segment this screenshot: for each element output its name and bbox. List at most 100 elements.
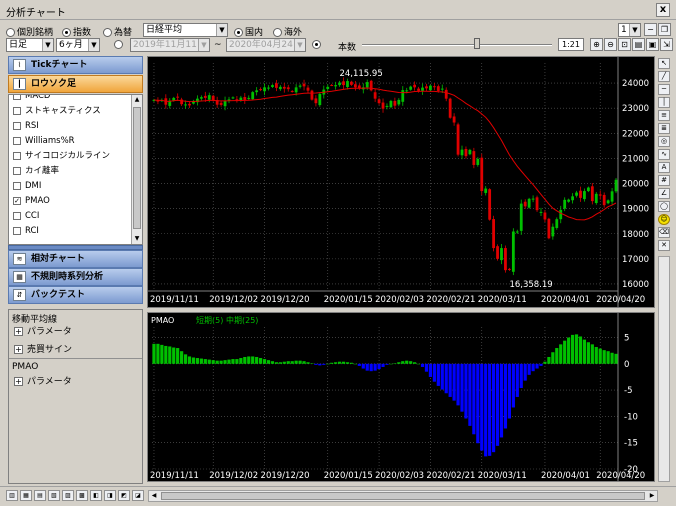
candle-body xyxy=(350,81,353,85)
print-icon[interactable]: ▤ xyxy=(632,38,645,51)
export-icon[interactable]: ⇲ xyxy=(660,38,673,51)
indicator-item[interactable]: ストキャスティクス xyxy=(9,104,131,119)
tick-chart-header[interactable]: ⌇ Tickチャート xyxy=(8,56,143,74)
horizontal-scrollbar[interactable]: ◀ ▶ xyxy=(148,490,658,502)
tool-fibo-icon[interactable]: ≣ xyxy=(658,123,670,134)
zoom-in-icon[interactable]: ⊕ xyxy=(590,38,603,51)
candle-body xyxy=(282,86,286,89)
indicator-item[interactable]: RSI xyxy=(9,119,131,134)
radio-stock[interactable]: 個別銘柄 xyxy=(6,25,53,38)
indicator-item[interactable]: Williams%R xyxy=(9,134,131,149)
zoom-out-icon[interactable]: ⊖ xyxy=(604,38,617,51)
save-icon[interactable]: ▣ xyxy=(646,38,659,51)
indicator-item[interactable]: CCI xyxy=(9,209,131,224)
pmao-bar xyxy=(282,361,286,364)
bottom-tool-4-icon[interactable]: ▧ xyxy=(48,490,60,501)
bottom-tool-10-icon[interactable]: ◪ xyxy=(132,490,144,501)
checkbox-icon[interactable] xyxy=(13,211,21,220)
smiley-icon[interactable]: ☺ xyxy=(658,214,670,225)
bottom-tool-2-icon[interactable]: ▦ xyxy=(20,490,32,501)
radio-overseas[interactable]: 海外 xyxy=(273,25,302,38)
checkbox-icon[interactable] xyxy=(13,166,21,175)
bottom-tool-1-icon[interactable]: ▥ xyxy=(6,490,18,501)
scroll-left-icon[interactable]: ◀ xyxy=(149,491,159,501)
hscroll-thumb[interactable] xyxy=(161,492,645,500)
bottom-tool-5-icon[interactable]: ▨ xyxy=(62,490,74,501)
backtest-header[interactable]: ⇵ バックテスト xyxy=(8,286,143,304)
date-to-field[interactable]: 2020年04月24日 ▼ xyxy=(226,38,306,52)
tool-wave-icon[interactable]: ∿ xyxy=(658,149,670,160)
candle-header[interactable]: ┃ ロウソク足 xyxy=(8,75,143,93)
window-restore-icon[interactable]: ❐ xyxy=(658,23,671,36)
candle-body xyxy=(484,188,488,193)
ma-param-item[interactable]: + パラメータ xyxy=(14,324,72,337)
irregular-header[interactable]: ▦ 不規則時系列分析 xyxy=(8,268,143,286)
pmao-xtick-label: 2020/02/21 xyxy=(426,471,475,481)
bottom-tool-3-icon[interactable]: ▤ xyxy=(34,490,46,501)
scroll-right-icon[interactable]: ▶ xyxy=(647,491,657,501)
indicator-item[interactable]: サイコロジカルライン xyxy=(9,149,131,164)
vertical-scrollbar[interactable] xyxy=(658,256,670,482)
radio-icon xyxy=(103,28,112,37)
bottom-tool-8-icon[interactable]: ◨ xyxy=(104,490,116,501)
indicator-scrollbar[interactable]: ▲ ▼ xyxy=(131,95,142,244)
indicator-item[interactable]: ✓ PMAO xyxy=(9,194,131,209)
tool-arrow-icon[interactable]: ↖ xyxy=(658,58,670,69)
tool-channel-icon[interactable]: ≡ xyxy=(658,110,670,121)
tool-erase-icon[interactable]: ⌫ xyxy=(658,227,670,238)
tool-angle-icon[interactable]: ∠ xyxy=(658,188,670,199)
candle-body xyxy=(247,97,251,99)
checkbox-icon[interactable] xyxy=(13,95,21,100)
checkbox-icon[interactable] xyxy=(13,181,21,190)
checkbox-icon[interactable] xyxy=(13,121,21,130)
radio-domestic[interactable]: 国内 xyxy=(234,25,263,38)
tool-delete-icon[interactable]: ✕ xyxy=(658,240,670,251)
pmao-bar xyxy=(432,363,436,382)
scroll-thumb[interactable] xyxy=(133,107,141,229)
checkbox-icon[interactable] xyxy=(13,226,21,235)
window-minimize-icon[interactable]: − xyxy=(644,23,657,36)
tool-ellipse-icon[interactable]: ◯ xyxy=(658,201,670,212)
tool-hline-icon[interactable]: ─ xyxy=(658,84,670,95)
bar-type-select[interactable]: 日足 ▼ xyxy=(6,38,54,52)
tool-grid-icon[interactable]: # xyxy=(658,175,670,186)
scroll-up-icon[interactable]: ▲ xyxy=(132,95,142,105)
indicator-item[interactable]: RCI xyxy=(9,224,131,239)
checkbox-icon[interactable] xyxy=(13,151,21,160)
indicator-item[interactable]: カイ離率 xyxy=(9,164,131,179)
bottom-tool-7-icon[interactable]: ◧ xyxy=(90,490,102,501)
relative-chart-header[interactable]: ≋ 相対チャート xyxy=(8,250,143,268)
ma-signal-item[interactable]: + 売買サイン xyxy=(14,342,72,355)
checkbox-checked-icon[interactable]: ✓ xyxy=(13,196,21,205)
date-from-field[interactable]: 2019年11月11日 ▼ xyxy=(130,38,210,52)
pmao-bar xyxy=(515,363,519,397)
pmao-bar xyxy=(219,360,223,364)
count-slider-track[interactable] xyxy=(362,44,552,46)
tool-text-icon[interactable]: A xyxy=(658,162,670,173)
indicator-item[interactable]: DMI xyxy=(9,179,131,194)
bottom-tool-9-icon[interactable]: ◩ xyxy=(118,490,130,501)
index-select[interactable]: 日経平均 ▼ xyxy=(143,23,228,37)
tool-trendline-icon[interactable]: ╱ xyxy=(658,71,670,82)
tool-vline-icon[interactable]: │ xyxy=(658,97,670,108)
radio-count[interactable] xyxy=(312,40,323,50)
ratio-field[interactable]: 1:21 xyxy=(558,38,584,51)
checkbox-icon[interactable] xyxy=(13,136,21,145)
pmao-chart-panel[interactable]: PMAO 短期(5) 中期(25) 5 0 -5 -10 -15 -20 2019/11/11 20… xyxy=(147,312,655,482)
tool-cycle-icon[interactable]: ◎ xyxy=(658,136,670,147)
layout-select[interactable]: 1 ▼ xyxy=(618,23,641,37)
close-button[interactable]: x xyxy=(656,3,670,17)
pmao-param-item[interactable]: + パラメータ xyxy=(14,374,72,387)
fit-icon[interactable]: ⊡ xyxy=(618,38,631,51)
count-slider-thumb[interactable] xyxy=(474,38,480,49)
checkbox-icon[interactable] xyxy=(13,106,21,115)
indicator-item[interactable]: MACD xyxy=(9,95,131,104)
bottom-tool-6-icon[interactable]: ▩ xyxy=(76,490,88,501)
radio-date-range[interactable] xyxy=(114,40,125,50)
period-select[interactable]: 6ヶ月 ▼ xyxy=(56,38,100,52)
radio-fx[interactable]: 為替 xyxy=(103,25,132,38)
price-chart-panel[interactable]: 16000 17000 18000 19000 20000 21000 22000 23000… xyxy=(147,56,655,308)
date-tilde: ~ xyxy=(214,40,222,50)
radio-index[interactable]: 指数 xyxy=(62,25,91,38)
scroll-down-icon[interactable]: ▼ xyxy=(132,234,142,244)
